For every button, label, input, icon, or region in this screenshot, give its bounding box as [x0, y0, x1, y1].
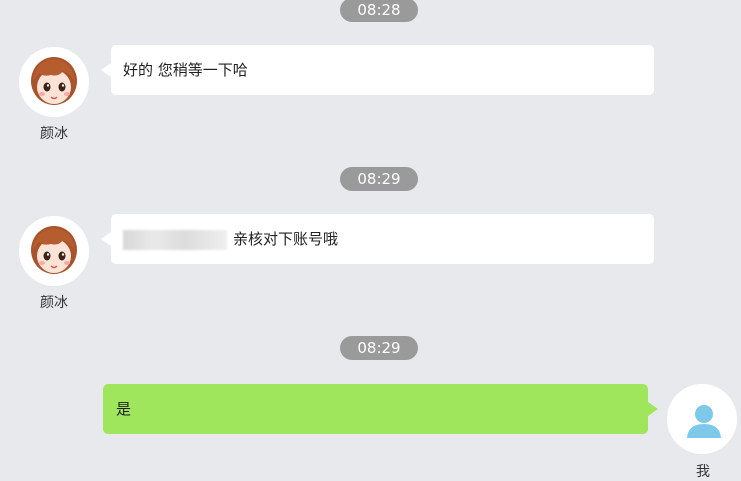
message-text: 亲核对下账号哦	[233, 230, 339, 248]
timestamp: 08:29	[340, 167, 418, 191]
sender-name: 颜冰	[40, 295, 68, 311]
cartoon-girl-avatar-icon	[19, 216, 89, 286]
message-text: 是	[116, 400, 132, 418]
timestamp: 08:28	[340, 0, 418, 22]
self-name: 我	[696, 464, 710, 480]
contact-avatar[interactable]	[19, 216, 89, 286]
message-bubble-incoming[interactable]: 好的 您稍等一下哈	[101, 45, 654, 95]
message-bubble-incoming[interactable]: 亲核对下账号哦	[101, 214, 654, 264]
user-silhouette-icon	[667, 384, 737, 454]
redacted-text-blur	[123, 229, 227, 250]
timestamp: 08:29	[340, 336, 418, 360]
sender-name: 颜冰	[40, 126, 68, 142]
contact-avatar[interactable]	[19, 47, 89, 117]
message-text: 好的 您稍等一下哈	[123, 61, 248, 79]
message-bubble-outgoing[interactable]: 是	[103, 384, 658, 434]
cartoon-girl-avatar-icon	[19, 47, 89, 117]
self-avatar[interactable]	[667, 384, 737, 454]
